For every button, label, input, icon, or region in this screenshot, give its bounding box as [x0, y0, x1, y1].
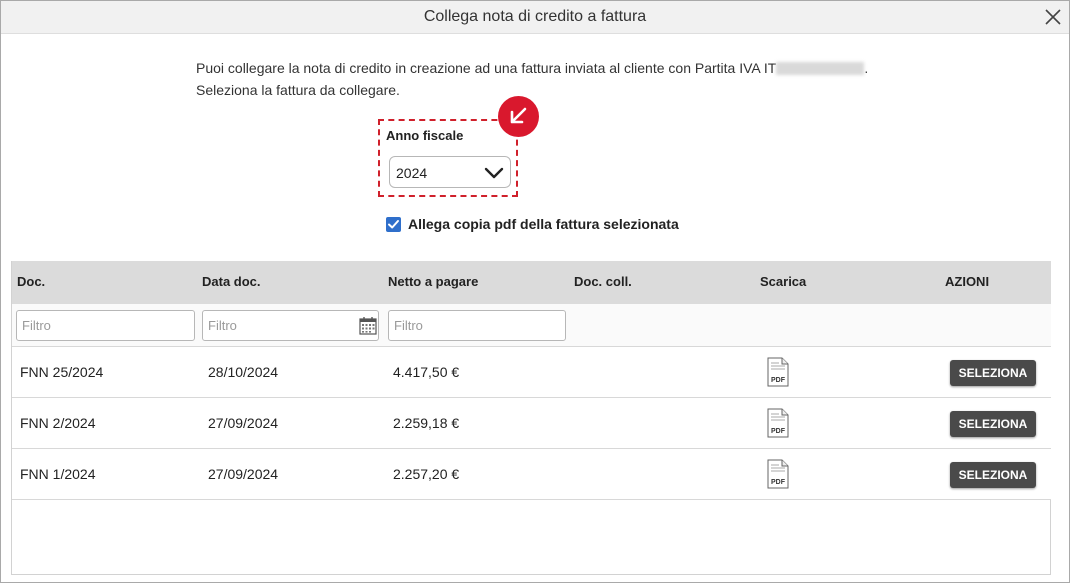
fiscal-year-select[interactable]: 2024 — [389, 156, 511, 188]
row-net: 2.259,18 € — [393, 415, 460, 431]
column-header-download: Scarica — [760, 274, 807, 289]
row-net: 4.417,50 € — [393, 364, 460, 380]
net-filter-input[interactable] — [388, 310, 566, 341]
doc-filter-input[interactable] — [16, 310, 195, 341]
attach-pdf-label: Allega copia pdf della fattura seleziona… — [408, 216, 679, 232]
row-doc: FNN 25/2024 — [20, 364, 104, 380]
pdf-file-icon[interactable]: PDF — [766, 357, 790, 387]
column-header-linked-doc[interactable]: Doc. coll. — [574, 274, 632, 289]
calendar-icon[interactable] — [359, 316, 377, 335]
fiscal-year-label: Anno fiscale — [386, 128, 464, 143]
title-bar: Collega nota di credito a fattura — [1, 1, 1069, 34]
callout-badge — [498, 96, 539, 137]
table-row: FNN 25/2024 28/10/2024 4.417,50 € PDF SE… — [12, 347, 1051, 398]
dialog-title: Collega nota di credito a fattura — [423, 8, 647, 25]
pdf-file-icon[interactable]: PDF — [766, 408, 790, 438]
row-date: 27/09/2024 — [208, 466, 279, 482]
select-invoice-button[interactable]: SELEZIONA — [950, 462, 1036, 488]
dialog: Collega nota di credito a fattura Puoi c… — [0, 0, 1070, 583]
filter-row — [12, 304, 1051, 347]
row-net: 2.257,20 € — [393, 466, 460, 482]
pdf-label: PDF — [771, 377, 786, 384]
attach-pdf-checkbox[interactable] — [386, 217, 401, 232]
arrow-down-left-icon — [510, 107, 527, 124]
fiscal-year-highlight: Anno fiscale 2024 — [378, 119, 518, 197]
check-icon — [388, 220, 399, 229]
pdf-label: PDF — [771, 479, 786, 486]
pdf-file-icon[interactable]: PDF — [766, 459, 790, 489]
vat-number-redacted — [776, 61, 865, 75]
column-header-actions: AZIONI — [945, 274, 990, 289]
select-invoice-button[interactable]: SELEZIONA — [950, 360, 1036, 386]
row-doc: FNN 1/2024 — [20, 466, 96, 482]
close-icon — [1045, 9, 1061, 25]
date-filter-input[interactable] — [202, 310, 379, 341]
fiscal-year-value: 2024 — [396, 165, 428, 181]
chevron-down-icon — [484, 167, 504, 179]
row-date: 27/09/2024 — [208, 415, 279, 431]
table-row: FNN 2/2024 27/09/2024 2.259,18 € PDF SEL… — [12, 398, 1051, 449]
select-invoice-button[interactable]: SELEZIONA — [950, 411, 1036, 437]
pdf-label: PDF — [771, 428, 786, 435]
table-row: FNN 1/2024 27/09/2024 2.257,20 € PDF SEL… — [12, 449, 1051, 500]
column-header-net[interactable]: Netto a pagare — [388, 274, 478, 289]
table-header: Doc. Data doc. Netto a pagare Doc. coll.… — [12, 261, 1051, 304]
row-doc: FNN 2/2024 — [20, 415, 96, 431]
column-header-doc[interactable]: Doc. — [17, 274, 45, 289]
close-button[interactable] — [1043, 7, 1063, 27]
column-header-date[interactable]: Data doc. — [202, 274, 261, 289]
row-date: 28/10/2024 — [208, 364, 279, 380]
intro-text: Puoi collegare la nota di credito in cre… — [196, 57, 868, 101]
invoice-table: Doc. Data doc. Netto a pagare Doc. coll.… — [11, 261, 1051, 575]
intro-line-1-end: . — [864, 60, 869, 76]
intro-line-1: Puoi collegare la nota di credito in cre… — [196, 60, 777, 76]
